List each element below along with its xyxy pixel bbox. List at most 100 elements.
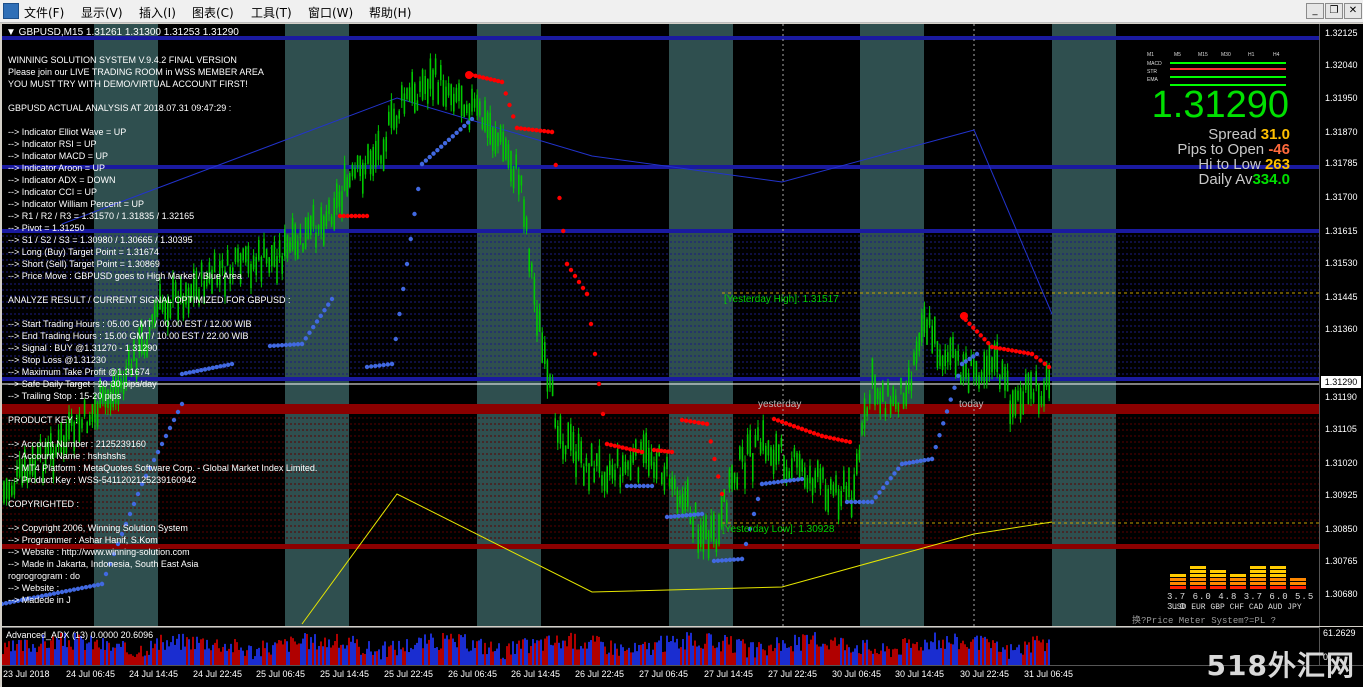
adx-bar — [772, 651, 774, 666]
adx-bar — [404, 651, 406, 666]
adx-bar — [590, 640, 592, 666]
menu-view[interactable]: 显示(V) — [81, 4, 123, 21]
price-tick: 1.31020 — [1325, 458, 1358, 468]
adx-bar — [716, 647, 718, 666]
adx-bar — [6, 647, 8, 666]
price-chart[interactable]: ▼ GBPUSD,M15 1.31261 1.31300 1.31253 1.3… — [2, 24, 1319, 626]
adx-bar — [204, 649, 206, 666]
menu-window[interactable]: 窗口(W) — [308, 4, 353, 21]
price-candle-body — [419, 81, 421, 92]
adx-bar — [856, 645, 858, 666]
price-candle-body — [528, 248, 530, 272]
adx-bar — [546, 636, 548, 666]
sell-signal-dot — [353, 213, 358, 219]
restore-button[interactable]: ❐ — [1325, 3, 1343, 19]
adx-bar — [780, 650, 782, 666]
price-meter-title: 换?Price Meter System?=PL ? — [1132, 616, 1277, 626]
sell-signal-dot — [771, 416, 777, 422]
adx-bar — [962, 640, 964, 666]
adx-bar — [956, 637, 958, 666]
price-candle-body — [796, 452, 798, 468]
sell-signal-dot — [592, 351, 598, 357]
buy-signal-dot — [956, 373, 961, 379]
price-candle-body — [676, 490, 679, 514]
adx-bar — [426, 643, 428, 666]
buy-signal-dot — [385, 362, 391, 367]
price-candle-body — [778, 444, 780, 462]
buy-signal-dot — [389, 361, 395, 367]
sell-signal-dot — [967, 321, 972, 326]
adx-bar — [246, 650, 248, 666]
price-candle-body — [359, 155, 361, 177]
adx-bar — [316, 649, 318, 666]
sell-signal-dot — [534, 128, 539, 133]
price-candle-body — [559, 415, 562, 444]
price-candle-body — [1006, 370, 1009, 392]
adx-bar — [80, 636, 82, 666]
adx-bar — [220, 651, 222, 666]
price-candle-body — [866, 407, 868, 416]
adx-bar — [728, 644, 730, 666]
adx-bar — [348, 637, 350, 666]
adx-bar — [238, 649, 240, 666]
adx-bar — [796, 645, 798, 666]
analysis-line: Please join our LIVE TRADING ROOM in WSS… — [8, 67, 264, 77]
price-candle-body — [913, 352, 915, 366]
price-candle-body — [775, 433, 777, 465]
buy-signal-dot — [929, 456, 935, 462]
buy-signal-dot — [442, 141, 448, 146]
price-candle-body — [882, 382, 884, 402]
buy-signal-dot — [974, 351, 980, 357]
mini-table-bar — [1170, 76, 1286, 78]
adx-bar — [920, 647, 922, 666]
time-axis[interactable]: 23 Jul 2018 24 Jul 06:45 24 Jul 14:45 24 Ju… — [2, 665, 1363, 687]
adx-bar — [234, 639, 236, 666]
minimize-button[interactable]: _ — [1306, 3, 1324, 19]
adx-bar — [70, 646, 72, 666]
price-candle-body — [395, 115, 398, 128]
adx-bar — [274, 642, 276, 666]
menu-insert[interactable]: 插入(I) — [139, 4, 176, 21]
analysis-line: --> Short (Sell) Target Point = 1.30869 — [8, 259, 160, 269]
menu-charts[interactable]: 图表(C) — [192, 4, 234, 21]
adx-bar — [28, 648, 30, 666]
sell-signal-dot — [473, 73, 478, 78]
close-button[interactable]: ✕ — [1344, 3, 1362, 19]
adx-bar — [1000, 651, 1002, 666]
price-axis[interactable]: 1.31290 1.32125 1.32040 1.31950 1.31870 1.31… — [1319, 24, 1363, 626]
chart-header: ▼ GBPUSD,M15 1.31261 1.31300 1.31253 1.3… — [6, 27, 239, 38]
adx-bar — [174, 644, 176, 666]
sell-signal-dot — [345, 213, 350, 219]
buy-signal-dot — [877, 490, 882, 495]
adx-bar — [320, 641, 322, 666]
adx-bar — [340, 644, 342, 666]
adx-indicator-panel[interactable]: Advanced_ADX (13) 0.0000 20.6096 — [2, 627, 1319, 666]
adx-bar — [952, 644, 954, 666]
adx-bar — [476, 641, 478, 666]
adx-bar — [614, 643, 616, 666]
price-candle-body — [915, 341, 918, 364]
menu-tools[interactable]: 工具(T) — [251, 4, 292, 21]
price-candle-body — [442, 80, 445, 106]
price-candle-body — [744, 462, 746, 489]
buy-signal-dot — [719, 558, 725, 563]
analysis-line: --> Indicator RSI = UP — [8, 139, 97, 149]
sell-signal-dot — [538, 128, 543, 133]
adx-bar — [102, 638, 104, 666]
adx-bar — [200, 639, 202, 666]
adx-bar — [632, 652, 634, 666]
adx-bar — [798, 637, 800, 666]
adx-bar — [434, 648, 436, 666]
adx-bar — [806, 634, 808, 666]
adx-bar — [72, 649, 74, 666]
menu-file[interactable]: 文件(F) — [24, 4, 64, 21]
price-candle-body — [806, 477, 809, 490]
adx-bar — [588, 641, 590, 666]
price-candle-body — [1001, 360, 1004, 380]
menu-help[interactable]: 帮助(H) — [369, 4, 411, 21]
sell-signal-dot — [507, 102, 512, 108]
adx-bar — [550, 644, 552, 666]
adx-bar — [38, 646, 40, 666]
buy-signal-dot — [873, 495, 878, 500]
chart-window-icon[interactable] — [3, 3, 19, 19]
